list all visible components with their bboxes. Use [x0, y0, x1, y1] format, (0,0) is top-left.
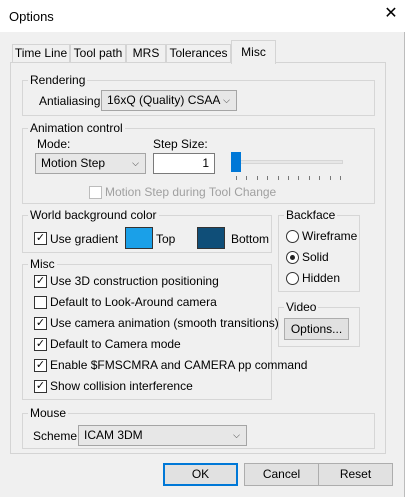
- radio-solid[interactable]: [286, 251, 299, 264]
- misc-group-label: Misc: [28, 257, 57, 271]
- slider-tick: [329, 176, 331, 180]
- slider-tick: [277, 176, 279, 180]
- misc-checkbox-3[interactable]: ✓: [34, 317, 47, 330]
- animation-group-label: Animation control: [28, 121, 125, 135]
- slider-tick: [246, 176, 248, 180]
- tab-tool-path[interactable]: Tool path: [70, 44, 126, 63]
- misc-checkbox-6[interactable]: ✓: [34, 380, 47, 393]
- antialiasing-select[interactable]: 16xQ (Quality) CSAA ⌵: [101, 90, 237, 111]
- misc-checkbox-5[interactable]: ✓: [34, 359, 47, 372]
- cancel-button[interactable]: Cancel: [244, 463, 319, 486]
- slider-tick: [298, 176, 300, 180]
- bottom-color-label: Bottom: [231, 232, 270, 246]
- mode-select[interactable]: Motion Step ⌵: [35, 153, 146, 174]
- slider-tick: [340, 176, 341, 180]
- close-icon[interactable]: ✕: [382, 5, 400, 23]
- scheme-label: Scheme :: [33, 429, 84, 443]
- step-size-label: Step Size:: [153, 137, 208, 151]
- mode-label: Mode:: [37, 137, 71, 151]
- radio-solid-label: Solid: [302, 250, 329, 264]
- scheme-value: ICAM 3DM: [84, 428, 143, 442]
- radio-wireframe[interactable]: [286, 230, 299, 243]
- misc-label-4: Default to Camera mode: [50, 337, 181, 351]
- window-title: Options: [9, 9, 54, 24]
- step-slider-thumb[interactable]: [231, 152, 241, 172]
- reset-button[interactable]: Reset: [318, 463, 393, 486]
- mouse-group-label: Mouse: [28, 406, 69, 420]
- misc-label-5: Enable $FMSCMRA and CAMERA pp command: [50, 358, 308, 372]
- motion-step-tool-change-label: Motion Step during Tool Change: [105, 185, 277, 199]
- misc-checkbox-2[interactable]: [34, 296, 47, 309]
- slider-tick: [319, 176, 321, 180]
- backface-group-label: Backface: [284, 208, 338, 222]
- radio-selected-dot: [290, 255, 295, 260]
- bottom-color-swatch[interactable]: [197, 227, 225, 249]
- ok-button[interactable]: OK: [163, 463, 238, 486]
- antialiasing-label: Antialiasing: [39, 94, 101, 108]
- video-group-label: Video: [284, 300, 319, 314]
- step-size-input[interactable]: 1: [153, 153, 215, 174]
- tab-tolerances[interactable]: Tolerances: [166, 44, 231, 63]
- misc-checkbox-4[interactable]: ✓: [34, 338, 47, 351]
- top-color-label: Top: [156, 232, 176, 246]
- chevron-down-icon: ⌵: [132, 158, 139, 168]
- radio-hidden-label: Hidden: [302, 271, 341, 285]
- chevron-down-icon: ⌵: [223, 95, 230, 105]
- slider-tick: [288, 176, 289, 180]
- radio-wireframe-label: Wireframe: [302, 229, 358, 243]
- motion-step-tool-change-checkbox[interactable]: [89, 186, 102, 199]
- scheme-select[interactable]: ICAM 3DM ⌵: [78, 425, 247, 446]
- misc-label-2: Default to Look-Around camera: [50, 295, 217, 309]
- misc-label-3: Use camera animation (smooth transitions…: [50, 316, 279, 330]
- misc-label-6: Show collision interference: [50, 379, 193, 393]
- chevron-down-icon: ⌵: [233, 430, 240, 440]
- mode-value: Motion Step: [41, 156, 106, 170]
- radio-hidden[interactable]: [286, 272, 299, 285]
- use-gradient-label: Use gradient: [50, 232, 119, 246]
- slider-ticks: [236, 176, 341, 180]
- use-gradient-checkbox[interactable]: ✓: [34, 232, 47, 245]
- slider-tick: [267, 176, 269, 180]
- top-color-swatch[interactable]: [125, 227, 153, 249]
- slider-tick: [308, 176, 310, 180]
- tab-time-line[interactable]: Time Line: [12, 44, 70, 63]
- misc-label-1: Use 3D construction positioning: [50, 274, 219, 288]
- background-group-label: World background color: [28, 208, 159, 222]
- rendering-group-label: Rendering: [28, 73, 88, 87]
- antialiasing-value: 16xQ (Quality) CSAA: [107, 93, 221, 107]
- misc-checkbox-1[interactable]: ✓: [34, 275, 47, 288]
- tab-mrs[interactable]: MRS: [126, 44, 166, 63]
- title-bar: [0, 0, 406, 32]
- video-options-button[interactable]: Options...: [284, 318, 349, 340]
- step-slider-track[interactable]: [233, 160, 343, 164]
- slider-tick: [236, 176, 237, 180]
- slider-tick: [256, 176, 258, 180]
- tab-misc[interactable]: Misc: [231, 40, 276, 64]
